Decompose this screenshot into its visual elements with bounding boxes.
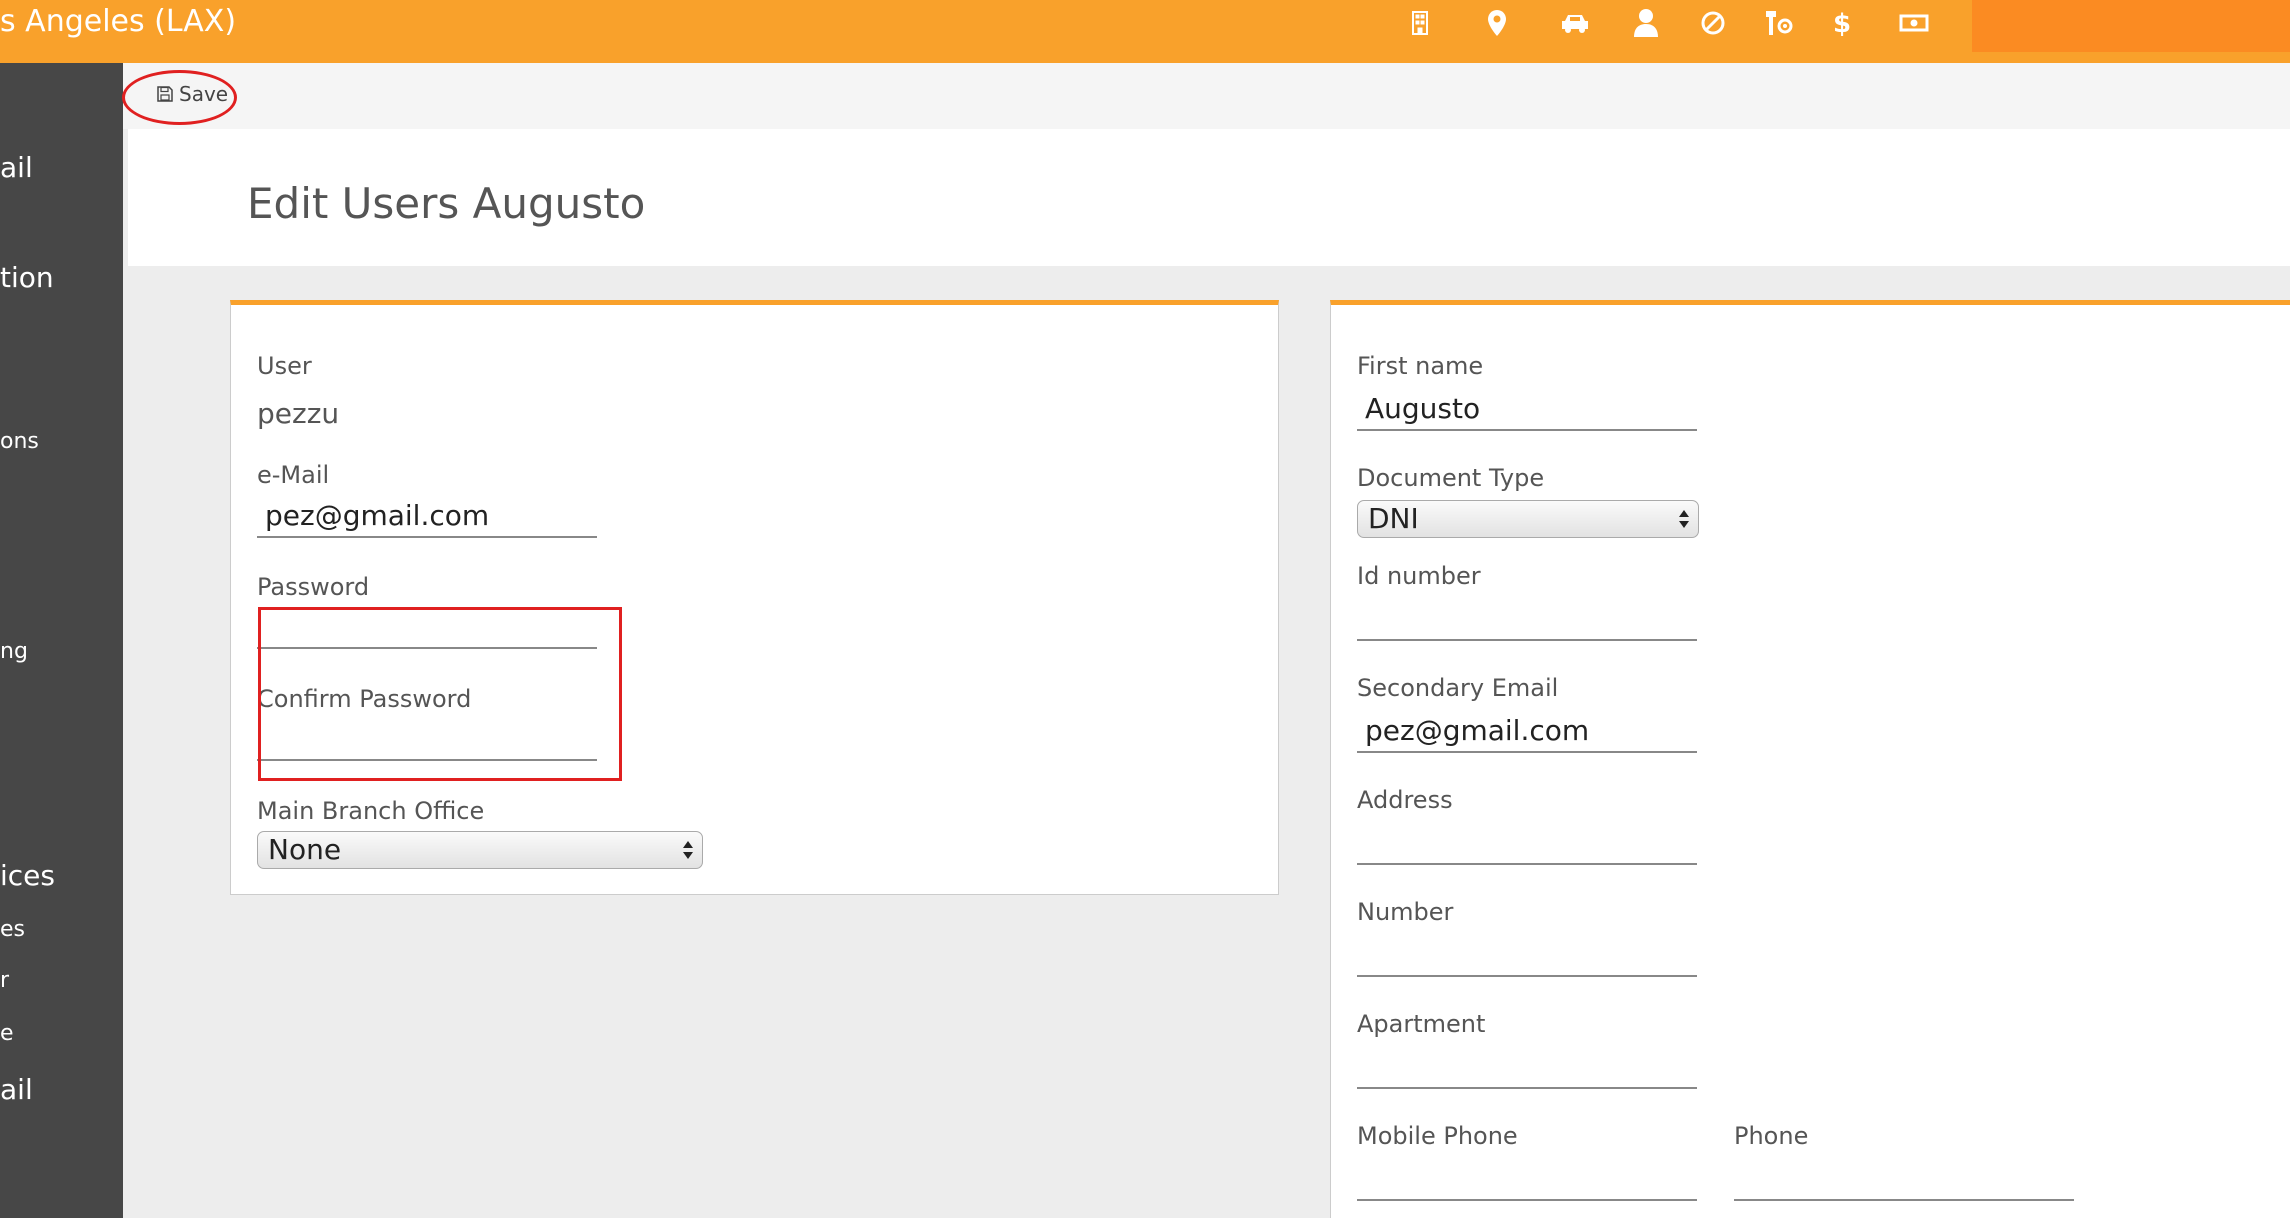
sidebar-item-mail[interactable]: ail (0, 151, 33, 184)
sidebar-item-email[interactable]: ail (0, 1073, 33, 1106)
number-label: Number (1357, 898, 1454, 926)
toolbar: Save (123, 63, 2290, 129)
car-icon[interactable] (1555, 6, 1595, 40)
apartment-field[interactable] (1357, 1045, 1697, 1089)
phone-label: Phone (1734, 1122, 1809, 1150)
user-label: User (257, 352, 312, 380)
save-label: Save (179, 82, 229, 106)
page-header: Edit Users Augusto (128, 129, 2290, 266)
sidebar-item-misc[interactable]: e (0, 1021, 14, 1046)
id-number-label: Id number (1357, 562, 1481, 590)
profile-panel: First name Document Type DNI Id number S… (1330, 300, 2290, 1218)
ban-icon[interactable] (1693, 6, 1733, 40)
first-name-field[interactable] (1357, 387, 1697, 431)
cash-icon[interactable] (1894, 6, 1934, 40)
select-arrows-icon (683, 841, 693, 859)
svg-text:$: $ (1833, 9, 1850, 37)
sidebar: ail tion ons ng ices es r e ail (0, 63, 123, 1218)
document-type-value: DNI (1368, 502, 1419, 535)
secondary-email-field[interactable] (1357, 709, 1697, 753)
sidebar-item-services[interactable]: ices (0, 859, 55, 892)
confirm-password-label: Confirm Password (257, 685, 472, 713)
top-bar: s Angeles (LAX) $ (0, 0, 2290, 63)
building-icon[interactable] (1400, 6, 1440, 40)
tools-icon[interactable] (1760, 6, 1800, 40)
password-field[interactable] (257, 605, 597, 649)
floppy-disk-icon (157, 86, 173, 102)
page-title: Edit Users Augusto (247, 179, 646, 228)
user-value: pezzu (257, 397, 340, 430)
sidebar-item-car[interactable]: r (0, 968, 9, 993)
apartment-label: Apartment (1357, 1010, 1486, 1038)
branch-select[interactable]: None (257, 831, 703, 869)
address-field[interactable] (1357, 821, 1697, 865)
top-bar-accent (1972, 0, 2290, 52)
sidebar-item-booking[interactable]: ng (0, 639, 28, 664)
mobile-phone-label: Mobile Phone (1357, 1122, 1518, 1150)
password-label: Password (257, 573, 370, 601)
email-field[interactable] (257, 494, 597, 538)
branch-select-value: None (268, 833, 342, 866)
sidebar-item-options[interactable]: ons (0, 429, 39, 454)
user-icon[interactable] (1626, 6, 1666, 40)
confirm-password-field[interactable] (257, 717, 597, 761)
id-number-field[interactable] (1357, 597, 1697, 641)
email-label: e-Mail (257, 461, 330, 489)
secondary-email-label: Secondary Email (1357, 674, 1559, 702)
number-field[interactable] (1357, 933, 1697, 977)
account-panel: User pezzu e-Mail Password Confirm Passw… (230, 300, 1279, 895)
save-button[interactable]: Save (143, 73, 240, 115)
phone-field[interactable] (1734, 1157, 2074, 1201)
sidebar-item-location[interactable]: tion (0, 261, 54, 294)
address-label: Address (1357, 786, 1453, 814)
first-name-label: First name (1357, 352, 1484, 380)
dollar-icon[interactable]: $ (1821, 6, 1861, 40)
mobile-phone-field[interactable] (1357, 1157, 1697, 1201)
map-pin-icon[interactable] (1477, 6, 1517, 40)
select-arrows-icon (1679, 510, 1689, 528)
branch-label: Main Branch Office (257, 797, 485, 825)
sidebar-item-rates[interactable]: es (0, 917, 25, 942)
document-type-select[interactable]: DNI (1357, 500, 1699, 538)
location-title: s Angeles (LAX) (0, 4, 237, 39)
document-type-label: Document Type (1357, 464, 1545, 492)
